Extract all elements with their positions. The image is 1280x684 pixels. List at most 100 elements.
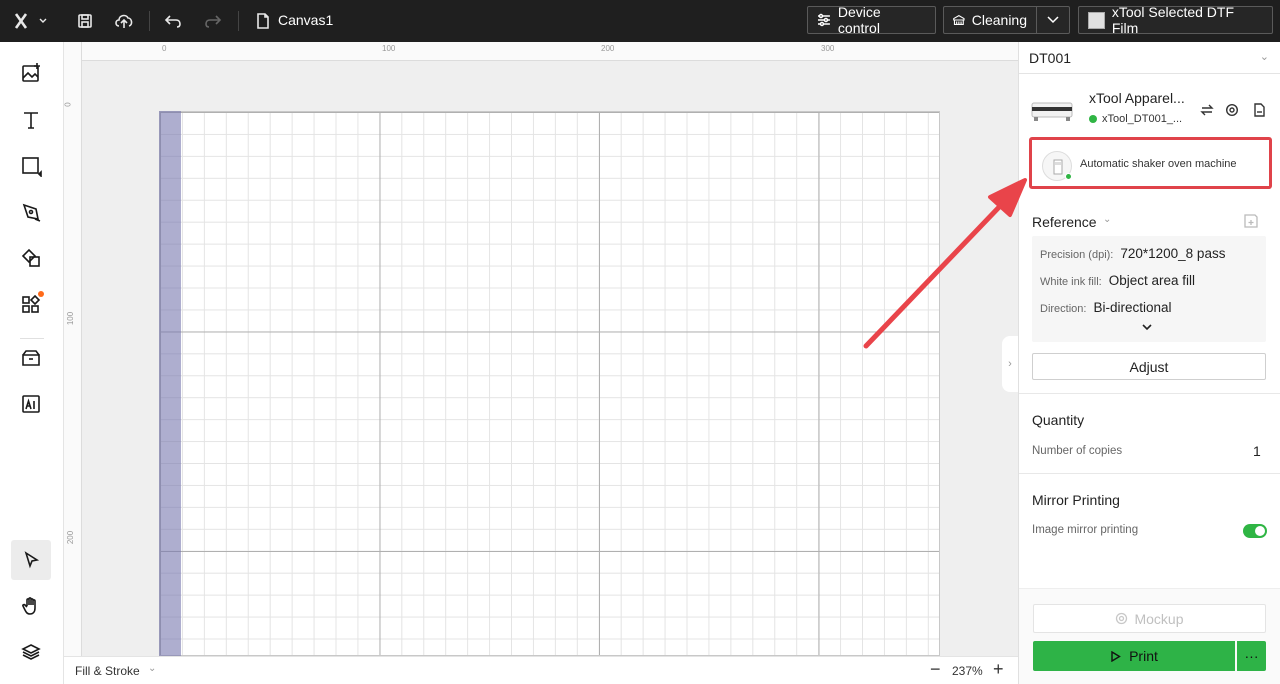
chevron-right-icon: ›: [1008, 358, 1012, 370]
cleaning-icon: [953, 14, 965, 25]
cleaning-dropdown-button[interactable]: [1036, 6, 1070, 34]
copies-label: Number of copies: [1032, 445, 1123, 457]
print-bed-grid[interactable]: [159, 111, 940, 656]
canvas-area[interactable]: 0 100 200 300 0 100 200: [64, 42, 1018, 656]
reference-key: Precision (dpi):: [1040, 249, 1114, 261]
device-select-value: DT001: [1029, 50, 1072, 66]
play-icon: [1111, 650, 1121, 662]
machine-id: xTool_DT001_...: [1102, 113, 1183, 125]
expand-reference-icon[interactable]: [1142, 322, 1152, 334]
printer-image: [1030, 99, 1074, 123]
document-title[interactable]: Canvas1: [278, 12, 333, 28]
bottom-bar: Fill & Stroke ⌄ − 237% +: [64, 656, 1018, 684]
mockup-icon: [1116, 612, 1128, 625]
redo-icon[interactable]: [201, 9, 225, 33]
settings-icon[interactable]: [1224, 102, 1240, 118]
reference-value: Bi-directional: [1093, 300, 1172, 315]
reference-key: White ink fill:: [1040, 276, 1102, 288]
apps-icon[interactable]: [11, 285, 51, 325]
save-icon[interactable]: [73, 9, 97, 33]
ruler-label: 200: [66, 530, 76, 545]
select-pointer-icon[interactable]: [11, 540, 51, 580]
pen-icon[interactable]: [11, 192, 51, 232]
ruler-vertical: 0 100 200: [64, 42, 82, 656]
material-swatch-icon: [1088, 11, 1105, 29]
shaker-oven-device-card[interactable]: Automatic shaker oven machine: [1029, 137, 1272, 189]
mirror-printing-title: Mirror Printing: [1032, 492, 1120, 508]
reference-row: Direction: Bi-directional: [1040, 300, 1172, 315]
layers-icon[interactable]: [11, 632, 51, 672]
material-label: xTool Selected DTF Film: [1111, 4, 1235, 36]
document-icon: [251, 9, 275, 33]
copies-input[interactable]: 1: [1253, 443, 1261, 459]
save-preset-icon[interactable]: [1243, 213, 1259, 234]
device-control-label: Device control: [837, 4, 881, 36]
zoom-in-button[interactable]: +: [993, 659, 1004, 680]
ruler-label: 100: [382, 44, 396, 53]
sliders-icon: [817, 13, 830, 27]
shape-icon[interactable]: [11, 146, 51, 186]
left-toolbar: [0, 42, 64, 684]
reference-value: Object area fill: [1108, 273, 1196, 288]
fill-stroke-toggle[interactable]: Fill & Stroke: [75, 664, 140, 678]
cleaning-label: Cleaning: [971, 12, 1027, 28]
zoom-level[interactable]: 237%: [952, 664, 983, 678]
machine-status: xTool_DT001_...: [1089, 113, 1182, 125]
image-add-icon[interactable]: [11, 53, 51, 93]
mockup-label: Mockup: [1134, 610, 1184, 627]
mirror-label: Image mirror printing: [1032, 524, 1139, 536]
ruler-label: 0: [162, 44, 167, 53]
shaker-oven-icon: [1042, 151, 1072, 181]
machine-name: xTool Apparel...: [1089, 90, 1185, 106]
adjust-button[interactable]: Adjust: [1032, 353, 1266, 380]
panel-collapse-toggle[interactable]: ›: [1002, 336, 1018, 392]
material-select-button[interactable]: xTool Selected DTF Film: [1078, 4, 1273, 36]
reference-value: 720*1200_8 pass: [1120, 246, 1226, 261]
mockup-button[interactable]: Mockup: [1033, 604, 1266, 633]
ruler-label: 300: [821, 44, 835, 53]
ruler-label: 200: [601, 44, 615, 53]
notification-dot: [38, 291, 44, 297]
swap-icon[interactable]: [1199, 102, 1215, 118]
toolbar-divider: [238, 11, 239, 31]
print-button[interactable]: Print: [1033, 641, 1235, 671]
chevron-down-icon: ⌄: [1259, 51, 1269, 63]
quantity-title: Quantity: [1032, 412, 1085, 428]
cleaning-button[interactable]: Cleaning: [943, 6, 1037, 34]
undo-icon[interactable]: [161, 9, 185, 33]
ruler-label: 0: [64, 102, 73, 107]
online-status-dot: [1089, 115, 1097, 123]
reference-row: Precision (dpi): 720*1200_8 pass: [1040, 246, 1225, 261]
app-logo-menu-icon[interactable]: [12, 9, 48, 33]
more-options-icon[interactable]: ···: [1237, 641, 1266, 671]
shaker-oven-label: Automatic shaker oven machine: [1080, 158, 1237, 170]
reference-key: Direction:: [1040, 303, 1087, 315]
ruler-label: 100: [66, 311, 76, 326]
reference-row: White ink fill: Object area fill: [1040, 273, 1195, 288]
online-status-dot: [1065, 173, 1072, 180]
toolbar-divider: [149, 11, 150, 31]
device-control-button[interactable]: Device control: [807, 4, 936, 36]
device-select[interactable]: DT001 ⌄: [1019, 42, 1280, 74]
section-divider: [1019, 393, 1280, 394]
top-bar: Canvas1 Device control Cleaning xTool Se…: [0, 0, 1280, 42]
reference-settings-box: Precision (dpi): 720*1200_8 pass White i…: [1032, 236, 1266, 342]
shapes-library-icon[interactable]: [11, 238, 51, 278]
section-divider: [1019, 473, 1280, 474]
file-icon[interactable]: [1251, 102, 1267, 118]
reference-title[interactable]: Reference: [1032, 214, 1097, 230]
zoom-out-button[interactable]: −: [930, 659, 941, 680]
chevron-down-icon[interactable]: ⌄: [148, 663, 156, 674]
text-icon[interactable]: [11, 100, 51, 140]
film-margin-strip: [159, 111, 181, 656]
chevron-down-icon: [1047, 16, 1059, 24]
hand-pan-icon[interactable]: [11, 586, 51, 626]
chevron-down-icon[interactable]: ⌄: [1103, 214, 1111, 225]
ruler-horizontal: 0 100 200 300: [64, 42, 1018, 61]
mirror-toggle[interactable]: [1243, 524, 1267, 538]
print-actions-area: Mockup Print ···: [1019, 588, 1280, 684]
print-label: Print: [1129, 648, 1158, 664]
ai-image-icon[interactable]: [11, 384, 51, 424]
cloud-upload-icon[interactable]: [112, 9, 136, 33]
material-box-icon[interactable]: [11, 338, 51, 378]
